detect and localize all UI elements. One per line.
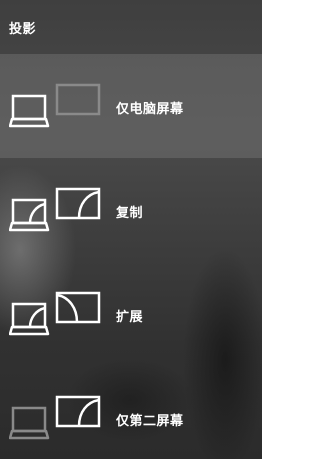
option-label: 仅第二屏幕 [116, 414, 184, 429]
option-pc-screen-only[interactable]: 仅电脑屏幕 [0, 54, 262, 158]
pc-screen-only-icon [9, 83, 101, 128]
second-screen-only-icon [9, 395, 101, 440]
option-label: 扩展 [116, 310, 144, 325]
option-label: 仅电脑屏幕 [116, 102, 184, 117]
panel-title: 投影 [9, 22, 37, 37]
option-second-screen-only[interactable]: 仅第二屏幕 [0, 366, 262, 459]
option-label: 复制 [116, 206, 144, 221]
project-panel: 投影 仅电脑屏幕 复制 扩展 仅第二屏幕 [0, 0, 262, 459]
extend-icon [9, 291, 101, 336]
option-duplicate[interactable]: 复制 [0, 158, 262, 262]
duplicate-icon [9, 187, 101, 232]
option-extend[interactable]: 扩展 [0, 262, 262, 366]
